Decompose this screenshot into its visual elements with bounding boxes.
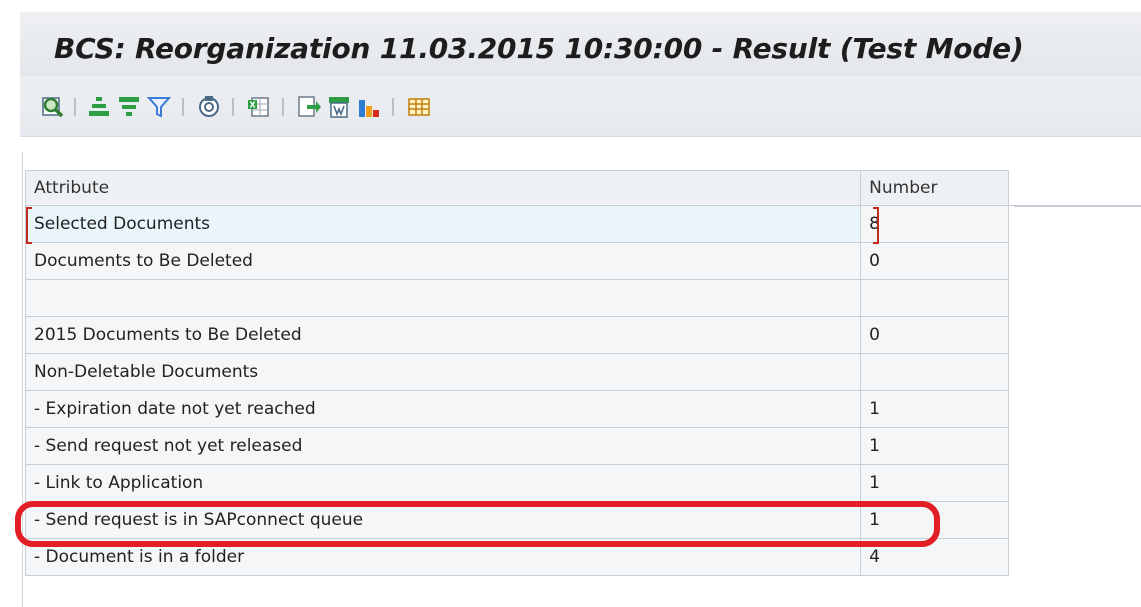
export-spreadsheet-icon[interactable]: X — [246, 94, 272, 120]
table-row[interactable]: - Link to Application 1 — [26, 465, 1141, 502]
sort-ascending-icon[interactable] — [86, 94, 112, 120]
toolbar-separator — [182, 98, 184, 116]
number-cell[interactable] — [861, 280, 1009, 317]
table-row[interactable]: - Expiration date not yet reached 1 — [26, 391, 1141, 428]
toolbar: X — [20, 76, 1141, 137]
change-layout-icon[interactable] — [406, 94, 432, 120]
export-local-file-icon[interactable] — [296, 94, 322, 120]
number-cell[interactable] — [861, 354, 1009, 391]
row-filler — [1008, 243, 1141, 280]
attribute-cell[interactable]: Non-Deletable Documents — [26, 354, 861, 391]
sort-descending-icon[interactable] — [116, 94, 142, 120]
title-bar: BCS: Reorganization 11.03.2015 10:30:00 … — [20, 12, 1141, 76]
result-area: Attribute Number Selected Documents 8 Do… — [20, 137, 1141, 604]
row-filler — [1008, 502, 1141, 539]
number-cell[interactable]: 4 — [861, 539, 1009, 576]
list-border — [22, 152, 23, 607]
number-cell[interactable]: 0 — [861, 243, 1009, 280]
number-cell[interactable]: 1 — [861, 502, 1009, 539]
attribute-cell[interactable]: Documents to Be Deleted — [26, 243, 861, 280]
column-header-number[interactable]: Number — [861, 171, 1009, 206]
toolbar-separator — [74, 98, 76, 116]
number-cell[interactable]: 8 — [861, 206, 1009, 243]
row-filler — [1008, 317, 1141, 354]
number-cell[interactable]: 1 — [861, 465, 1009, 502]
header-divider — [1014, 206, 1141, 207]
attribute-text: Selected Documents — [34, 214, 210, 234]
toolbar-separator — [232, 98, 234, 116]
graphic-icon[interactable] — [356, 94, 382, 120]
attribute-cell[interactable]: - Send request is in SAPconnect queue — [26, 502, 861, 539]
row-filler — [1008, 280, 1141, 317]
table-row[interactable]: 2015 Documents to Be Deleted 0 — [26, 317, 1141, 354]
number-cell[interactable]: 1 — [861, 428, 1009, 465]
attribute-cell[interactable]: - Link to Application — [26, 465, 861, 502]
details-icon[interactable] — [40, 94, 66, 120]
header-filler — [1008, 171, 1141, 206]
table-row[interactable]: Selected Documents 8 — [26, 206, 1141, 243]
word-processing-icon[interactable] — [326, 94, 352, 120]
number-cell[interactable]: 1 — [861, 391, 1009, 428]
attribute-cell[interactable]: - Send request not yet released — [26, 428, 861, 465]
total-icon[interactable] — [196, 94, 222, 120]
row-filler — [1008, 428, 1141, 465]
table-row[interactable]: Documents to Be Deleted 0 — [26, 243, 1141, 280]
column-header-attribute[interactable]: Attribute — [26, 171, 861, 206]
number-cell[interactable]: 0 — [861, 317, 1009, 354]
table-header-row: Attribute Number — [26, 171, 1141, 206]
selection-bracket-right — [873, 207, 879, 244]
attribute-cell[interactable]: - Expiration date not yet reached — [26, 391, 861, 428]
table-row[interactable]: Non-Deletable Documents — [26, 354, 1141, 391]
filter-icon[interactable] — [146, 94, 172, 120]
row-filler — [1008, 391, 1141, 428]
table-row[interactable] — [26, 280, 1141, 317]
table-row[interactable]: - Document is in a folder 4 — [26, 539, 1141, 576]
row-filler — [1008, 354, 1141, 391]
table-row[interactable]: - Send request is in SAPconnect queue 1 — [26, 502, 1141, 539]
attribute-cell[interactable]: - Document is in a folder — [26, 539, 861, 576]
row-filler — [1008, 539, 1141, 576]
attribute-cell[interactable]: Selected Documents — [26, 206, 861, 243]
row-filler — [1008, 206, 1141, 243]
attribute-cell[interactable]: 2015 Documents to Be Deleted — [26, 317, 861, 354]
attribute-cell[interactable] — [26, 280, 861, 317]
toolbar-separator — [282, 98, 284, 116]
row-filler — [1008, 465, 1141, 502]
selection-bracket-left — [26, 207, 32, 244]
toolbar-separator — [392, 98, 394, 116]
table-row[interactable]: - Send request not yet released 1 — [26, 428, 1141, 465]
page-title: BCS: Reorganization 11.03.2015 10:30:00 … — [54, 32, 1024, 65]
result-table: Attribute Number Selected Documents 8 Do… — [25, 170, 1141, 576]
svg-text:X: X — [250, 101, 257, 110]
